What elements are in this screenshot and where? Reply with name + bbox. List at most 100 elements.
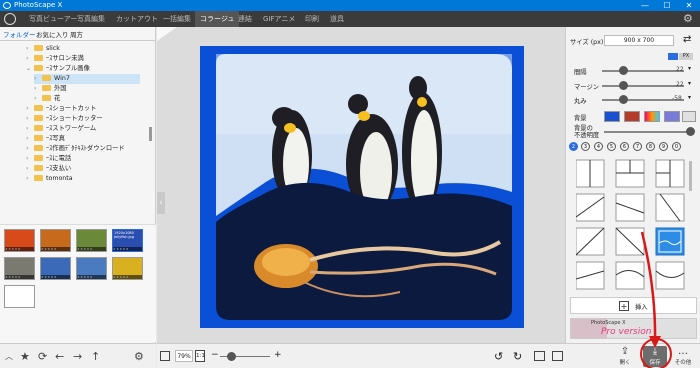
px-badge[interactable]: PX [679,53,693,60]
tree-scrollbar[interactable] [149,127,152,141]
tree-item[interactable]: › ｰｽショートカッター [26,114,144,124]
tree-item[interactable]: › slick [26,44,144,54]
chevron-right-icon[interactable]: › [34,94,42,104]
chevron-right-icon[interactable]: › [34,74,42,84]
tree-item[interactable]: › ｰｽ作画ﾃﾞﾀﾃｷｽﾄダウンロード [26,144,144,154]
layout-count-9[interactable]: 9 [659,142,668,151]
layout-count-5[interactable]: 5 [607,142,616,151]
margin-slider[interactable] [602,85,684,87]
settings-gear-icon[interactable]: ⚙ [683,13,695,25]
bg-swatch-pattern[interactable] [624,111,640,122]
panel-toggle-icon[interactable] [160,351,170,361]
thumbnail-koala[interactable]: ★★★★★ [4,257,35,280]
thumbnail-tulips[interactable]: ★★★★★ [112,257,143,280]
roundness-knob[interactable] [619,95,628,104]
thumbnail-blank[interactable] [4,285,35,308]
tree-item[interactable]: › ｰｽ写真 [26,134,144,144]
layout-count-4[interactable]: 4 [594,142,603,151]
tree-item[interactable]: › Win7 [34,74,140,84]
chevron-right-icon[interactable]: › [26,154,34,164]
chevron-right-icon[interactable]: › [26,44,34,54]
home-icon[interactable] [4,13,16,25]
layout-option[interactable] [615,193,645,222]
tab-favorites[interactable]: お気に入り [36,29,69,39]
flip-horizontal-icon[interactable] [534,351,545,361]
refresh-icon[interactable]: ⟳ [38,350,47,363]
spacing-knob[interactable] [619,66,628,75]
collapse-up-icon[interactable]: ︿ [5,351,13,362]
layout-count-2[interactable]: 2 [569,142,578,151]
thumb-settings-gear-icon[interactable]: ⚙ [134,350,144,363]
zoom-value[interactable]: 79% [175,350,193,362]
thumbnail-flower-white[interactable]: ★★★★★ [76,229,107,252]
thumbnail-sunset[interactable]: ★★★★★ [40,229,71,252]
tab-tools[interactable]: 道具 [325,11,349,27]
chevron-right-icon[interactable]: › [26,164,34,174]
roundness-stepper-icon[interactable]: ▾ [688,94,691,101]
star-icon[interactable]: ★ [20,350,30,363]
margin-knob[interactable] [619,81,628,90]
layout-option[interactable] [575,159,605,188]
rotate-right-icon[interactable]: ↻ [513,350,522,363]
thumbnail-selected-image[interactable]: 1920x1080 Jellyfish.jpg ★★★★★ [112,229,143,252]
tree-item[interactable]: › ｰｽ支払い [26,164,144,174]
collapse-pane-handle[interactable]: ‹ [157,192,165,214]
tab-gif[interactable]: GIFアニメ [258,11,300,27]
tab-editor[interactable]: 写真編集 [72,11,110,27]
tab-folders[interactable]: フォルダー [3,29,36,39]
chevron-right-icon[interactable]: › [26,124,34,134]
maximize-icon[interactable]: ☐ [656,0,678,11]
layout-count-8[interactable]: 8 [646,142,655,151]
thumbnail-penguins[interactable]: ★★★★★ [76,257,107,280]
chevron-right-icon[interactable]: › [26,114,34,124]
margin-stepper-icon[interactable]: ▾ [688,80,691,87]
bg-swatch-color[interactable] [604,111,620,122]
layout-option[interactable] [655,193,685,222]
tree-item[interactable]: › ｰｽショートカット [26,104,144,114]
lock-ratio-icon[interactable] [668,53,678,60]
zoom-in-icon[interactable]: + [274,351,282,360]
zoom-slider-knob[interactable] [227,352,236,361]
zoom-ratio-button[interactable]: 1:1 [195,350,205,362]
bg-opacity-slider[interactable] [604,131,690,133]
tree-item[interactable]: › tomonta [26,174,144,184]
chevron-right-icon[interactable]: › [26,144,34,154]
tree-item[interactable]: › ｰｽストワーゲーム [26,124,144,134]
swap-orientation-icon[interactable]: ⇄ [683,34,691,45]
layout-option[interactable] [615,159,645,188]
tree-item[interactable]: › 外国 [34,84,140,94]
spacing-slider[interactable] [602,70,684,72]
layout-count-6[interactable]: 6 [620,142,629,151]
thumbnail-flowers-red[interactable]: ★★★★★ [4,229,35,252]
zoom-out-icon[interactable]: − [211,351,219,360]
chevron-right-icon[interactable]: › [26,54,34,64]
tree-item[interactable]: › ｰｽに電話 [26,154,144,164]
forward-arrow-icon[interactable]: → [73,350,82,363]
bg-swatch-none[interactable] [682,111,696,122]
rotate-left-icon[interactable]: ↺ [494,350,503,363]
tree-item[interactable]: › ｰｽサロン未満 [26,54,144,64]
bg-opacity-knob[interactable] [686,127,695,136]
tab-print[interactable]: 印刷 [300,11,324,27]
layout-option[interactable] [655,159,685,188]
chevron-down-icon[interactable]: ⌄ [26,64,34,74]
chevron-right-icon[interactable]: › [34,84,42,94]
thumbnail-lighthouse[interactable]: ★★★★★ [40,257,71,280]
layout-count-7[interactable]: 7 [633,142,642,151]
layout-count-3[interactable]: 3 [581,142,590,151]
tree-item[interactable]: › 花 [34,94,140,104]
tree-item[interactable]: ⌄ ｰｽサンプル画像 [26,64,144,74]
chevron-right-icon[interactable]: › [26,134,34,144]
tab-batch[interactable]: 一括編集 [158,11,196,27]
minimize-icon[interactable]: — [634,0,656,11]
spacing-stepper-icon[interactable]: ▾ [688,65,691,72]
layout-option[interactable] [575,193,605,222]
up-arrow-icon[interactable]: ↑ [91,350,100,363]
chevron-right-icon[interactable]: › [26,104,34,114]
layout-count-0[interactable]: 0 [672,142,681,151]
tab-cutout[interactable]: カットアウト [111,11,163,27]
tab-recent[interactable]: 周方 [70,29,83,39]
tab-combine[interactable]: 連結 [233,11,257,27]
bg-swatch-gradient[interactable] [644,111,660,122]
size-input[interactable]: 900 x 700 [604,35,674,46]
